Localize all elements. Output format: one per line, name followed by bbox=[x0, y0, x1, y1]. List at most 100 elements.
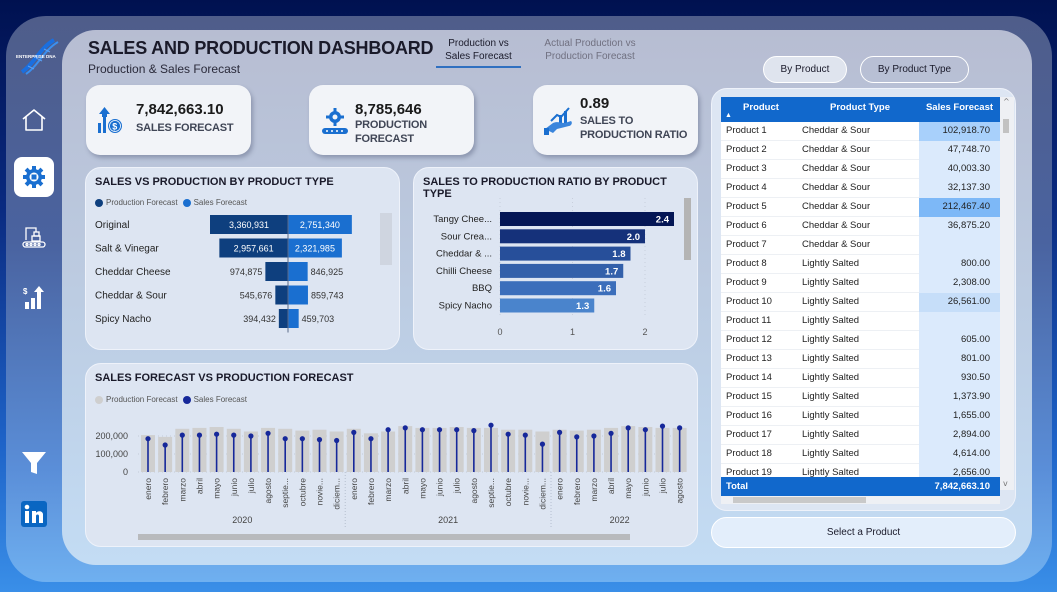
nav-production[interactable] bbox=[14, 157, 54, 197]
table-row[interactable]: Product 3 Cheddar & Sour 40,003.30 bbox=[721, 160, 1000, 179]
table-row[interactable]: Product 7 Cheddar & Sour bbox=[721, 236, 1000, 255]
month-label: febrero bbox=[572, 478, 582, 505]
sales-point[interactable] bbox=[677, 425, 683, 431]
gear-box-icon bbox=[23, 166, 45, 188]
sales-point[interactable] bbox=[454, 427, 460, 433]
production-bar[interactable] bbox=[275, 285, 288, 305]
cell-sales-forecast: 801.00 bbox=[919, 350, 1000, 369]
cell-product-type: Lightly Salted bbox=[802, 296, 860, 307]
enterprise-dna-logo: ENTERPRISE DNA bbox=[14, 36, 60, 76]
x-tick-label: 2 bbox=[642, 327, 647, 337]
table-vertical-scrollbar[interactable]: ^ v bbox=[1000, 97, 1014, 490]
scroll-thumb[interactable] bbox=[1003, 119, 1009, 133]
sales-point[interactable] bbox=[334, 437, 340, 444]
month-label: mayo bbox=[623, 478, 633, 499]
select-product-button[interactable]: Select a Product bbox=[711, 517, 1016, 548]
sales-point[interactable] bbox=[608, 430, 614, 436]
sales-bar[interactable] bbox=[288, 262, 308, 281]
production-bar[interactable] bbox=[265, 262, 288, 281]
nav-linkedin[interactable] bbox=[14, 494, 54, 534]
sales-point[interactable] bbox=[591, 433, 597, 439]
tab-production-vs-sales-forecast[interactable]: Production vs Sales Forecast bbox=[436, 37, 521, 68]
ratio-bar[interactable] bbox=[500, 246, 631, 261]
sales-point[interactable] bbox=[471, 428, 477, 434]
sales-point[interactable] bbox=[659, 423, 666, 429]
month-label: abril bbox=[606, 478, 616, 494]
sales-point[interactable] bbox=[436, 427, 443, 433]
month-label: enero bbox=[555, 478, 565, 500]
by-product-type-button[interactable]: By Product Type bbox=[860, 56, 969, 83]
sales-bar[interactable] bbox=[288, 285, 308, 305]
scroll-up-icon[interactable]: ^ bbox=[1003, 97, 1010, 106]
bar-value-label: 2.4 bbox=[656, 215, 670, 226]
chart-scrollbar[interactable] bbox=[684, 198, 691, 260]
table-row[interactable]: Product 8 Lightly Salted 800.00 bbox=[721, 255, 1000, 274]
table-row[interactable]: Product 5 Cheddar & Sour 212,467.40 bbox=[721, 198, 1000, 217]
table-row[interactable]: Product 10 Lightly Salted 26,561.00 bbox=[721, 293, 1000, 312]
sales-point[interactable] bbox=[557, 429, 563, 435]
month-label: octubre bbox=[503, 478, 513, 507]
sales-point[interactable] bbox=[574, 434, 580, 440]
column-header-product[interactable]: Product bbox=[721, 102, 801, 113]
cell-product: Product 18 bbox=[726, 448, 772, 459]
sales-point[interactable] bbox=[522, 432, 528, 438]
scroll-down-icon[interactable]: v bbox=[1003, 479, 1008, 488]
table-row[interactable]: Product 12 Lightly Salted 605.00 bbox=[721, 331, 1000, 350]
column-header-product-type[interactable]: Product Type bbox=[801, 102, 919, 113]
ratio-bar[interactable] bbox=[500, 212, 674, 226]
nav-sales[interactable]: $ bbox=[14, 278, 54, 318]
production-bar[interactable] bbox=[278, 309, 288, 328]
sales-point[interactable] bbox=[642, 427, 648, 433]
sales-value-label: 859,743 bbox=[311, 291, 344, 301]
table-row[interactable]: Product 4 Cheddar & Sour 32,137.30 bbox=[721, 179, 1000, 198]
table-row[interactable]: Product 1 Cheddar & Sour 102,918.70 bbox=[721, 122, 1000, 141]
sales-point[interactable] bbox=[316, 437, 323, 443]
sales-point[interactable] bbox=[299, 436, 305, 442]
by-product-button[interactable]: By Product bbox=[763, 56, 847, 83]
chart-scrollbar[interactable] bbox=[380, 213, 392, 265]
sales-point[interactable] bbox=[145, 436, 151, 442]
sales-bar[interactable] bbox=[288, 309, 299, 328]
table-row[interactable]: Product 13 Lightly Salted 801.00 bbox=[721, 350, 1000, 369]
month-label: abril bbox=[194, 478, 204, 494]
table-row[interactable]: Product 6 Cheddar & Sour 36,875.20 bbox=[721, 217, 1000, 236]
cell-sales-forecast: 930.50 bbox=[919, 369, 1000, 388]
sales-point[interactable] bbox=[196, 432, 203, 438]
sales-point[interactable] bbox=[539, 441, 546, 447]
sales-point[interactable] bbox=[351, 429, 357, 435]
table-row[interactable]: Product 16 Lightly Salted 1,655.00 bbox=[721, 407, 1000, 426]
sales-point[interactable] bbox=[402, 425, 408, 431]
table-row[interactable]: Product 11 Lightly Salted bbox=[721, 312, 1000, 331]
table-row[interactable]: Product 14 Lightly Salted 930.50 bbox=[721, 369, 1000, 388]
sales-point[interactable] bbox=[162, 442, 168, 448]
ratio-bar[interactable] bbox=[500, 229, 645, 244]
table-row[interactable]: Product 15 Lightly Salted 1,373.90 bbox=[721, 388, 1000, 407]
gear-conveyor-icon bbox=[322, 108, 348, 134]
column-header-sales-forecast[interactable]: Sales Forecast bbox=[919, 102, 1000, 113]
sales-point[interactable] bbox=[248, 433, 254, 439]
nav-home[interactable] bbox=[14, 100, 54, 140]
sales-point[interactable] bbox=[179, 432, 185, 438]
sales-point[interactable] bbox=[282, 436, 288, 442]
sales-point[interactable] bbox=[625, 425, 631, 431]
scroll-thumb[interactable] bbox=[733, 497, 866, 503]
sales-point[interactable] bbox=[265, 430, 271, 436]
table-row[interactable]: Product 2 Cheddar & Sour 47,748.70 bbox=[721, 141, 1000, 160]
sales-point[interactable] bbox=[419, 427, 425, 433]
table-horizontal-scrollbar[interactable] bbox=[721, 496, 1000, 504]
nav-factory[interactable] bbox=[14, 216, 54, 256]
cell-sales-forecast bbox=[919, 312, 1000, 331]
table-row[interactable]: Product 18 Lightly Salted 4,614.00 bbox=[721, 445, 1000, 464]
chart-horizontal-scrollbar[interactable] bbox=[138, 534, 630, 540]
nav-filter[interactable] bbox=[14, 442, 54, 482]
table-row[interactable]: Product 17 Lightly Salted 2,894.00 bbox=[721, 426, 1000, 445]
sales-point[interactable] bbox=[505, 431, 511, 437]
sales-point[interactable] bbox=[488, 422, 494, 428]
sales-point[interactable] bbox=[231, 432, 237, 438]
sales-point[interactable] bbox=[385, 427, 391, 433]
tab-actual-production-vs-production-forecast[interactable]: Actual Production vs Production Forecast bbox=[535, 37, 645, 63]
cell-product-type: Cheddar & Sour bbox=[802, 163, 871, 174]
sales-point[interactable] bbox=[368, 436, 374, 442]
sales-point[interactable] bbox=[214, 431, 220, 437]
table-row[interactable]: Product 9 Lightly Salted 2,308.00 bbox=[721, 274, 1000, 293]
